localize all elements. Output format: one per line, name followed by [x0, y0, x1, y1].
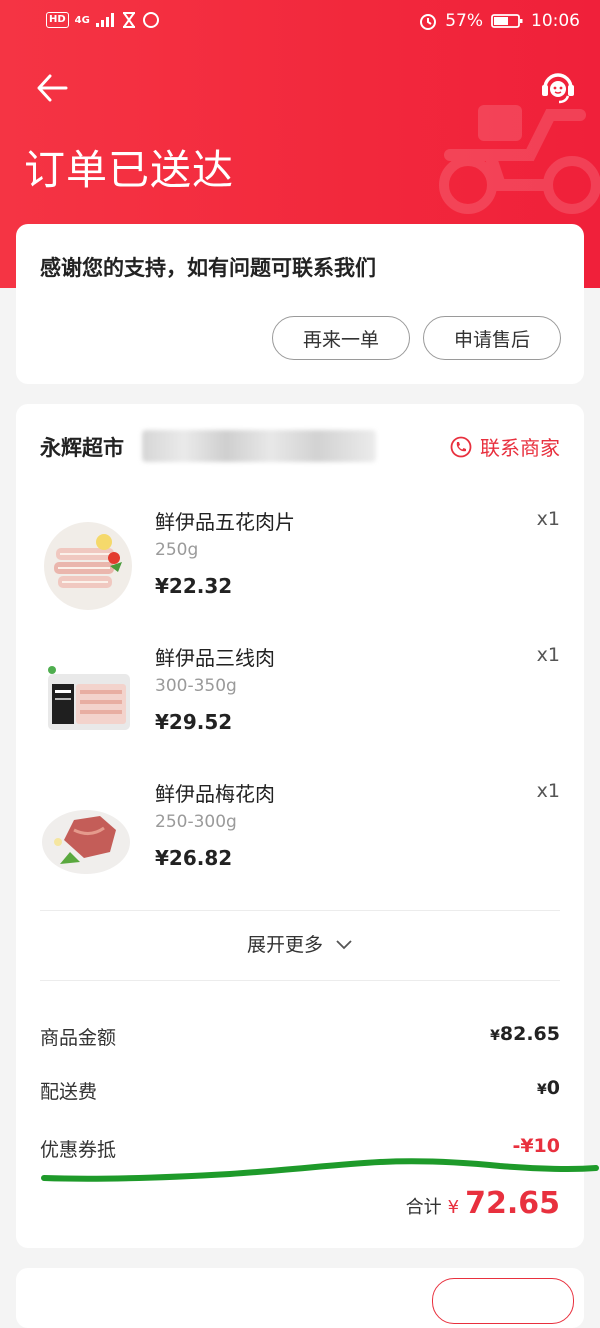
- delivery-fee-number: 0: [546, 1077, 560, 1099]
- pork-shoulder-image: [42, 810, 130, 874]
- next-card-button[interactable]: [432, 1278, 574, 1324]
- total-currency: ¥: [447, 1197, 460, 1218]
- status-left: HD 4G: [46, 11, 160, 29]
- battery-icon: [491, 14, 523, 28]
- order-card: 永辉超市 联系商家 鲜伊品五花肉片 250g ¥22.32 x1 鲜伊品三线肉 …: [16, 404, 584, 1248]
- chevron-down-icon: [336, 940, 352, 950]
- hd-badge: HD: [46, 12, 69, 28]
- hourglass-icon: [122, 12, 135, 28]
- item-quantity: x1: [536, 508, 560, 530]
- order-total: 合计 ¥ 72.65: [406, 1186, 560, 1221]
- item-price: ¥29.52: [155, 710, 233, 734]
- phone-icon: [450, 436, 472, 457]
- page-title: 订单已送达: [24, 146, 234, 194]
- delivery-fee-label: 配送费: [40, 1081, 98, 1103]
- divider: [40, 910, 560, 911]
- back-arrow-icon[interactable]: [34, 70, 70, 106]
- item-name: 鲜伊品梅花肉: [155, 782, 275, 806]
- item-spec: 250g: [155, 540, 199, 560]
- order-item[interactable]: 鲜伊品三线肉 300-350g ¥29.52 x1: [40, 642, 560, 762]
- delivery-fee-value: ¥0: [537, 1077, 560, 1099]
- item-quantity: x1: [536, 780, 560, 802]
- goods-amount-number: 82.65: [499, 1023, 560, 1045]
- order-item[interactable]: 鲜伊品梅花肉 250-300g ¥26.82 x1: [40, 778, 560, 898]
- item-spec: 250-300g: [155, 812, 237, 832]
- item-name: 鲜伊品三线肉: [155, 646, 275, 670]
- pork-belly-slices-image: [44, 522, 132, 610]
- store-name[interactable]: 永辉超市: [40, 432, 124, 462]
- item-spec: 300-350g: [155, 676, 237, 696]
- alarm-icon: [420, 14, 437, 30]
- clock-time: 10:06: [531, 11, 580, 31]
- currency-symbol: ¥: [490, 1028, 500, 1044]
- contact-merchant-label: 联系商家: [480, 436, 560, 460]
- goods-amount-value: ¥82.65: [490, 1023, 560, 1045]
- pork-package-image: [48, 666, 130, 730]
- next-card: [16, 1268, 584, 1328]
- handwritten-underline-annotation: [41, 1158, 599, 1182]
- after-sales-button[interactable]: 申请售后: [423, 316, 561, 360]
- divider: [40, 980, 560, 981]
- total-value: 72.65: [465, 1186, 560, 1221]
- signal-icon: [95, 13, 114, 27]
- contact-merchant-button[interactable]: 联系商家: [450, 432, 560, 461]
- expand-more-button[interactable]: 展开更多: [16, 930, 584, 957]
- status-bar: HD 4G 57% 10:06: [0, 0, 600, 46]
- item-name: 鲜伊品五花肉片: [155, 510, 295, 534]
- expand-more-label: 展开更多: [246, 934, 323, 956]
- network-4g-label: 4G: [74, 14, 90, 26]
- total-label: 合计: [405, 1197, 442, 1218]
- reorder-button[interactable]: 再来一单: [272, 316, 410, 360]
- item-price: ¥26.82: [155, 846, 233, 870]
- currency-symbol: ¥: [537, 1082, 547, 1098]
- notice-card: 感谢您的支持，如有问题可联系我们 再来一单 申请售后: [16, 224, 584, 384]
- goods-amount-label: 商品金额: [40, 1027, 117, 1049]
- item-quantity: x1: [536, 644, 560, 666]
- thanks-message: 感谢您的支持，如有问题可联系我们: [40, 256, 376, 280]
- battery-percent: 57%: [445, 11, 483, 31]
- loading-icon: [142, 12, 159, 28]
- blurred-store-branch: [142, 430, 376, 462]
- item-price: ¥22.32: [155, 574, 233, 598]
- scooter-watermark-icon: [439, 105, 600, 214]
- status-right: 57% 10:06: [419, 11, 580, 31]
- order-item[interactable]: 鲜伊品五花肉片 250g ¥22.32 x1: [40, 506, 560, 626]
